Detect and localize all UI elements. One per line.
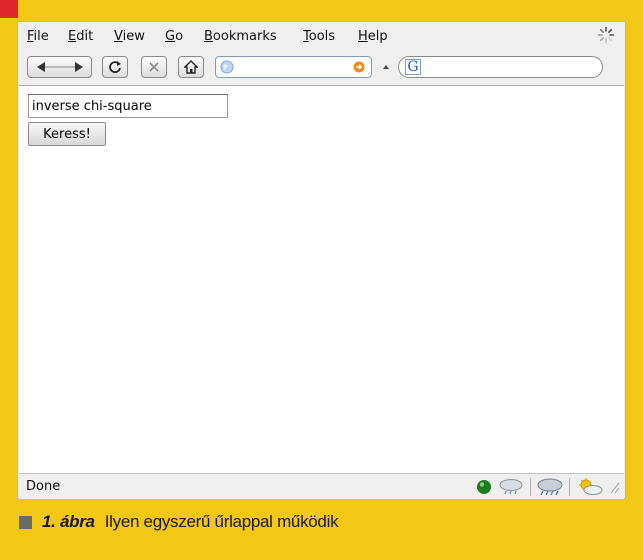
figure-caption: 1. ábra Ilyen egyszerű űrlappal működik	[19, 512, 339, 532]
site-globe-icon	[220, 60, 234, 74]
menubar: File Edit View Go Bookmarks Tools Help	[18, 22, 625, 50]
online-indicator-icon[interactable]	[476, 479, 492, 495]
status-icons	[476, 476, 620, 497]
back-icon[interactable]	[35, 61, 85, 73]
home-icon	[184, 60, 198, 74]
home-button[interactable]	[178, 56, 204, 78]
navigation-toolbar: G	[18, 50, 625, 84]
status-text: Done	[26, 479, 61, 494]
caption-label: 1. ábra	[42, 512, 95, 531]
caption-bullet	[19, 515, 32, 529]
menu-file[interactable]: File	[27, 29, 49, 44]
google-logo-icon: G	[405, 59, 421, 75]
status-separator	[530, 477, 531, 496]
throbber-icon	[597, 26, 615, 44]
menu-help[interactable]: Help	[358, 29, 388, 44]
url-bar[interactable]	[215, 56, 372, 78]
sun-cloud-icon	[579, 477, 603, 495]
stop-icon	[149, 62, 159, 72]
submit-button[interactable]: Keress!	[28, 122, 106, 146]
resize-grip-icon[interactable]	[608, 480, 620, 494]
menu-go[interactable]: Go	[165, 29, 183, 44]
caption-text: Ilyen egyszerű űrlappal működik	[104, 512, 339, 531]
menu-edit[interactable]: Edit	[68, 29, 93, 44]
reload-button[interactable]	[102, 56, 128, 78]
thunderstorm-icon	[537, 478, 563, 495]
browser-window: File Edit View Go Bookmarks Tools Help G…	[17, 21, 626, 499]
forward-icon	[74, 62, 83, 72]
history-dropdown-icon[interactable]	[382, 64, 390, 70]
page-content: Keress!	[19, 85, 624, 473]
status-separator	[569, 477, 570, 496]
reload-icon	[109, 61, 121, 73]
cloud-rain-icon	[499, 478, 523, 494]
search-query-input[interactable]	[28, 94, 228, 118]
corner-accent	[0, 0, 18, 18]
go-icon[interactable]	[353, 61, 365, 73]
back-forward-button[interactable]	[27, 56, 92, 78]
menu-bookmarks[interactable]: Bookmarks	[204, 29, 277, 44]
menu-view[interactable]: View	[114, 29, 145, 44]
stop-button[interactable]	[141, 56, 167, 78]
menu-tools[interactable]: Tools	[303, 29, 335, 44]
status-bar: Done	[19, 473, 624, 499]
search-bar[interactable]: G	[398, 56, 603, 78]
